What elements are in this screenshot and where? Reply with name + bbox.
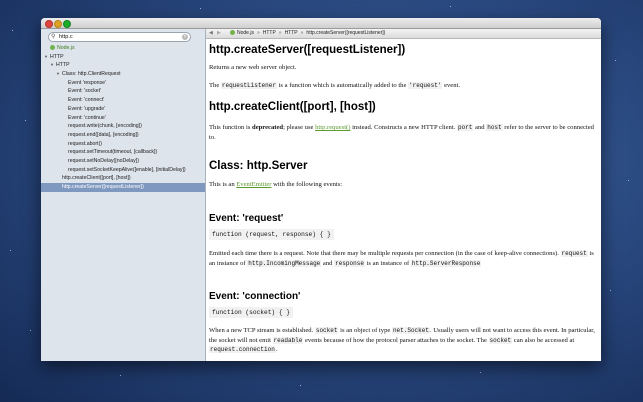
event-emitter-link[interactable]: EventEmitter: [236, 181, 271, 188]
sidebar-item-label: http.createClient([port], [host]): [62, 175, 131, 182]
sidebar-item-label: Event: 'connect': [68, 97, 105, 104]
sidebar-item-label: request.setSocketKeepAlive([enable], [in…: [68, 166, 186, 173]
breadcrumb-separator: »: [300, 30, 304, 36]
heading-create-client: http.createClient([port], [host]): [209, 101, 376, 113]
sidebar-tree: Node.js ▼ HTTP ▼ HTTP ▼ Class: http.ClientRequ…: [41, 44, 205, 192]
app-window: ⚲ http.c × Node.js ▼ HTTP ▼ HTTP ▼ Class: http…: [41, 18, 601, 361]
breadcrumb-separator: »: [278, 30, 282, 36]
search-field[interactable]: ⚲ http.c ×: [48, 32, 191, 42]
sidebar-item[interactable]: Event: 'connect': [41, 96, 205, 105]
breadcrumb-item[interactable]: HTTP: [285, 30, 298, 36]
search-icon: ⚲: [51, 34, 56, 40]
paragraph-connection-event: When a new TCP stream is established. so…: [209, 327, 595, 354]
nodejs-icon: [230, 29, 235, 35]
breadcrumb-item[interactable]: Node.js: [237, 30, 254, 36]
sidebar-item-label: HTTP: [56, 62, 70, 69]
breadcrumb-item[interactable]: http.createServer([requestListener]): [306, 30, 385, 36]
paragraph-request-event: Emitted each time there is a request. No…: [209, 250, 594, 267]
sidebar-item-label: request.setTimeout(timeout, [callback]): [68, 149, 158, 156]
search-input[interactable]: http.c: [59, 33, 73, 41]
sidebar-item-label: Event: 'upgrade': [68, 105, 106, 112]
path-bar: ◀ ▶ Node.js» HTTP» HTTP» http.createServer(…: [206, 29, 601, 39]
back-arrow-icon[interactable]: ◀: [209, 29, 213, 38]
sidebar-item[interactable]: request.end([data], [encoding]): [41, 131, 205, 140]
code-request-signature: function (request, response) { }: [209, 229, 334, 240]
paragraph-create-client: This function is deprecated; please use …: [209, 124, 594, 141]
http-request-link[interactable]: http.request(): [315, 124, 350, 131]
sidebar-item[interactable]: ▼ HTTP: [41, 53, 205, 62]
sidebar-item[interactable]: Event: 'continue': [41, 114, 205, 123]
sidebar-item[interactable]: request.write(chunk, [encoding]): [41, 122, 205, 131]
sidebar-item[interactable]: Node.js: [41, 44, 205, 53]
sidebar-item[interactable]: http.createServer([requestListener]): [41, 183, 205, 192]
sidebar-item-label: Class: http.ClientRequest: [62, 71, 121, 78]
sidebar-item[interactable]: request.setTimeout(timeout, [callback]): [41, 148, 205, 157]
heading-event-request: Event: 'request': [209, 213, 284, 224]
sidebar-item[interactable]: ▼ Class: http.ClientRequest: [41, 70, 205, 79]
heading-create-server: http.createServer([requestListener]): [209, 44, 406, 56]
sidebar-item-label: Event: 'socket': [68, 88, 102, 95]
minimize-window-button[interactable]: [54, 20, 62, 28]
clear-search-icon[interactable]: ×: [182, 34, 188, 40]
sidebar-item[interactable]: request.setNoDelay([noDelay]): [41, 157, 205, 166]
close-window-button[interactable]: [45, 20, 53, 28]
paragraph-event-emitter: This is an EventEmitter with the followi…: [209, 181, 343, 188]
sidebar-item[interactable]: Event: 'socket': [41, 87, 205, 96]
sidebar-item[interactable]: ▼ HTTP: [41, 61, 205, 70]
sidebar-item-label: request.write(chunk, [encoding]): [68, 123, 142, 130]
breadcrumb-item[interactable]: HTTP: [263, 30, 276, 36]
sidebar-item-label: Event 'response': [68, 79, 107, 86]
sidebar-item-label: request.end([data], [encoding]): [68, 131, 139, 138]
title-bar: [41, 18, 601, 29]
sidebar-item[interactable]: Event: 'upgrade': [41, 105, 205, 114]
content-pane: ◀ ▶ Node.js» HTTP» HTTP» http.createServer(…: [206, 29, 601, 361]
sidebar-item-label: request.abort(): [68, 140, 103, 147]
sidebar-item[interactable]: http.createClient([port], [host]): [41, 174, 205, 183]
sidebar-item-label: http.createServer([requestListener]): [62, 184, 144, 190]
paragraph-returns: Returns a new web server object.: [209, 64, 297, 71]
sidebar-item-label: HTTP: [50, 53, 64, 60]
sidebar: ⚲ http.c × Node.js ▼ HTTP ▼ HTTP ▼ Class: http…: [41, 29, 206, 361]
zoom-window-button[interactable]: [63, 20, 71, 28]
breadcrumb: Node.js» HTTP» HTTP» http.createServer([req…: [230, 29, 385, 38]
sidebar-item[interactable]: request.setSocketKeepAlive([enable], [in…: [41, 166, 205, 175]
sidebar-item[interactable]: request.abort(): [41, 140, 205, 149]
heading-event-connection: Event: 'connection': [209, 291, 301, 302]
paragraph-request-listener: The requestListener is a function which …: [209, 82, 461, 89]
breadcrumb-separator: »: [256, 30, 260, 36]
forward-arrow-icon[interactable]: ▶: [217, 29, 221, 38]
heading-class-server: Class: http.Server: [209, 160, 308, 172]
sidebar-item-label: Node.js: [57, 45, 75, 51]
sidebar-item[interactable]: Event 'response': [41, 79, 205, 88]
sidebar-item-label: Event: 'continue': [68, 114, 106, 121]
nodejs-icon: [50, 44, 55, 50]
code-connection-signature: function (socket) { }: [209, 307, 293, 318]
sidebar-item-label: request.setNoDelay([noDelay]): [68, 157, 139, 164]
